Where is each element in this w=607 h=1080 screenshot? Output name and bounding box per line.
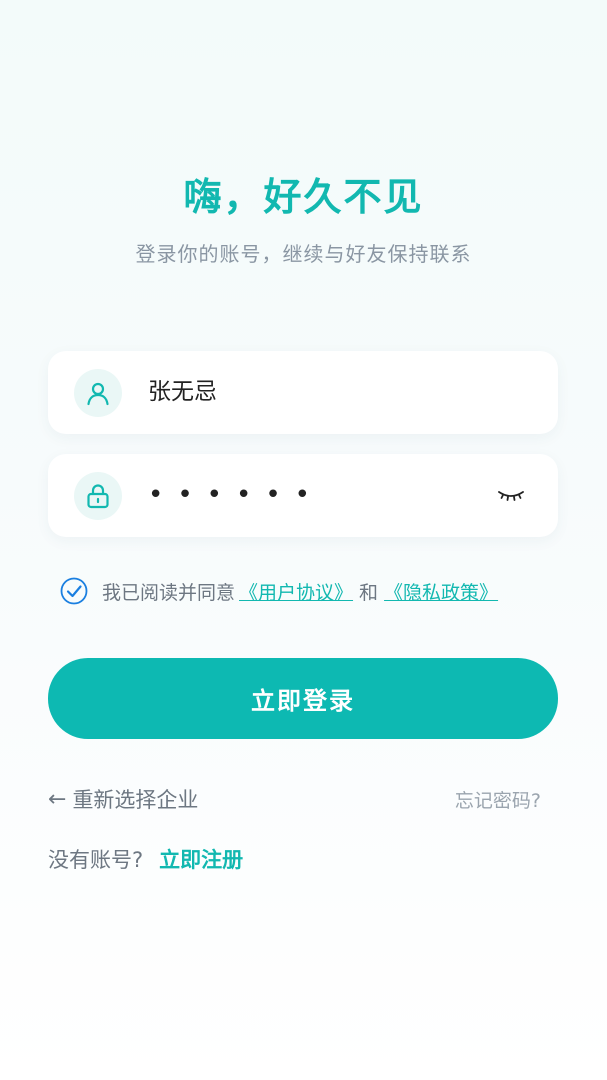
reselect-enterprise-link[interactable]: ← 重新选择企业 — [48, 784, 198, 814]
agreement-prefix: 我已阅读并同意 — [102, 581, 236, 604]
page-title: 嗨，好久不见 — [183, 175, 424, 219]
username-field[interactable]: 张无忌 — [48, 351, 558, 434]
user-icon — [74, 369, 122, 417]
privacy-policy-link[interactable]: 《隐私政策》 — [384, 578, 498, 605]
agreement-checkbox[interactable] — [60, 577, 88, 605]
eye-closed-icon[interactable] — [494, 482, 528, 510]
login-button[interactable]: 立即登录 — [48, 658, 558, 739]
arrow-left-icon: ← — [48, 786, 67, 812]
lock-icon — [74, 472, 122, 520]
register-row: 没有账号? 立即注册 — [48, 844, 243, 874]
register-link[interactable]: 立即注册 — [159, 844, 243, 874]
username-value[interactable]: 张无忌 — [148, 351, 217, 434]
agreement-row: 我已阅读并同意 《用户协议》 和 《隐私政策》 — [60, 576, 502, 606]
page-subtitle: 登录你的账号，继续与好友保持联系 — [135, 242, 472, 266]
login-page: 嗨，好久不见 登录你的账号，继续与好友保持联系 张无忌 •••••• 我已阅读并… — [0, 0, 607, 1080]
user-agreement-link[interactable]: 《用户协议》 — [239, 578, 353, 605]
no-account-label: 没有账号? — [48, 848, 144, 872]
reselect-label: 重新选择企业 — [72, 788, 199, 812]
forgot-password-link[interactable]: 忘记密码? — [455, 786, 541, 813]
password-field[interactable]: •••••• — [48, 454, 558, 537]
agreement-conjunction: 和 — [359, 581, 379, 604]
password-value[interactable]: •••••• — [148, 454, 324, 537]
